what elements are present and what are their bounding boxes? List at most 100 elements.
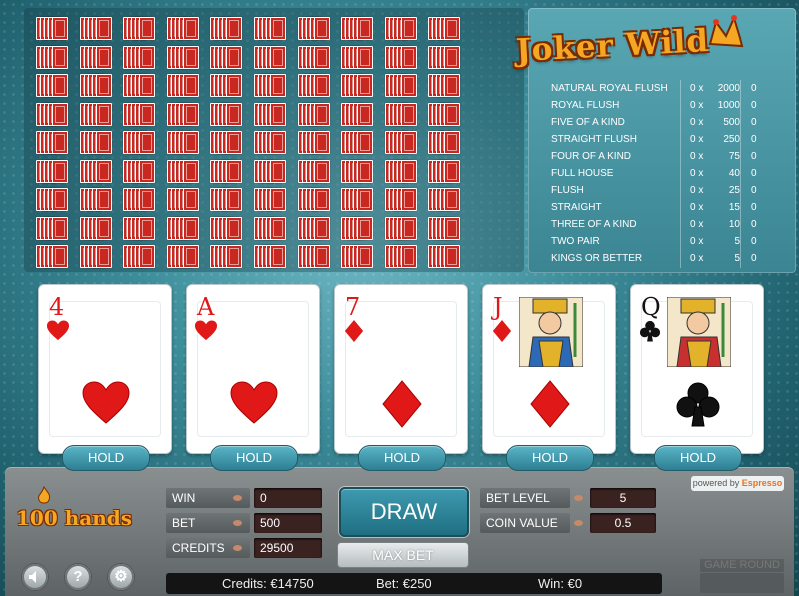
mini-hand [384,17,419,40]
arrow-icon [233,520,242,526]
hold-button[interactable]: HOLD [62,445,150,471]
mini-card-back [139,245,156,268]
arrow-icon [233,545,242,551]
mini-card-back [182,216,199,240]
coin-value-value: 0.5 [590,513,656,533]
mini-card-back [95,216,112,240]
paytable-win: 0 [751,253,757,264]
mini-hand [210,216,244,240]
mini-hand [166,74,201,97]
paytable-win: 0 [751,202,757,213]
paytable-mult: 0 x [690,219,704,230]
playing-card[interactable]: A [186,284,320,454]
paytable-pay: 1000 [717,100,740,111]
mini-card-back [444,216,461,240]
mini-hand [36,74,70,97]
mini-hand [123,188,157,211]
face-card-portrait-icon [667,297,731,367]
paytable-hand: FLUSH [551,185,584,196]
card-rank: 7 [345,293,361,321]
mini-hand [428,102,462,126]
hold-button[interactable]: HOLD [358,445,446,471]
playing-card[interactable]: Q [630,284,764,454]
mini-card-back [444,188,461,211]
paytable-mult: 0 x [690,151,704,162]
mini-hand [166,216,201,240]
mini-card-back [270,245,286,268]
card-rank: A [197,293,215,321]
club-large-icon [676,382,720,427]
mini-hand [36,102,70,126]
decrease-bet-level-button[interactable] [574,495,583,501]
paytable-win: 0 [751,83,757,94]
paytable-pay: 10 [728,219,740,230]
diamond-icon [492,319,512,343]
help-button[interactable]: ? [64,563,92,591]
diamond-icon [344,319,364,343]
mini-card-back [139,74,156,97]
status-bet: Bet: €250 [376,576,432,591]
mini-hand [341,216,375,240]
mini-card-back [400,159,417,183]
mini-card-back [400,102,417,126]
hold-button[interactable]: HOLD [654,445,742,471]
mini-card-back [182,131,199,154]
hold-button[interactable]: HOLD [210,445,298,471]
mini-hand [123,102,157,126]
mini-hand [254,188,288,211]
mini-hand [341,188,375,211]
mini-card-back [226,131,243,154]
mini-hand [36,245,70,268]
mini-card-back [313,131,330,154]
mini-card-back [313,245,330,268]
mini-hand [341,102,375,126]
mini-card-back [270,159,286,183]
mini-hand [210,159,244,183]
paytable-win: 0 [751,168,757,179]
flame-icon [38,486,50,504]
mini-hand [36,17,70,40]
mini-card-back [400,216,417,240]
mini-card-back [95,17,112,40]
mini-card-back [226,188,243,211]
mini-hand [384,159,419,183]
mini-card-back [313,74,330,97]
diamond-large-icon [382,380,422,428]
mini-card-back [182,188,199,211]
mini-hand [428,159,462,183]
mini-card-back [52,17,68,40]
playing-card[interactable]: 7 [334,284,468,454]
mini-hand [384,131,419,154]
mini-card-back [357,188,374,211]
mini-card-back [400,131,417,154]
playing-card[interactable]: 4 [38,284,172,454]
mini-hand [384,245,419,268]
mini-hand [166,245,201,268]
settings-button[interactable]: ⚙ [107,563,135,591]
powered-by-badge: powered by Espresso [691,476,784,491]
draw-button[interactable]: DRAW [339,487,469,537]
club-icon [639,320,661,342]
bet-value: 500 [254,513,322,533]
hold-button[interactable]: HOLD [506,445,594,471]
paytable-hand: THREE OF A KIND [551,219,637,230]
playing-card[interactable]: J [482,284,616,454]
mini-hand [36,45,70,69]
mini-card-back [139,188,156,211]
mini-hand [123,131,157,154]
paytable-hand: TWO PAIR [551,236,600,247]
decrease-coin-value-button[interactable] [574,520,583,526]
paytable-mult: 0 x [690,202,704,213]
max-bet-button[interactable]: MAX BET [337,542,469,568]
mini-card-back [270,45,286,69]
mini-card-back [270,131,286,154]
mini-hand [297,102,332,126]
mini-card-back [357,245,374,268]
mini-hand [79,102,114,126]
paytable-win: 0 [751,134,757,145]
mini-card-back [313,45,330,69]
sound-button[interactable] [21,563,49,591]
gear-icon: ⚙ [114,568,128,585]
mini-card-back [139,45,156,69]
powered-by-text: powered by [692,478,740,488]
